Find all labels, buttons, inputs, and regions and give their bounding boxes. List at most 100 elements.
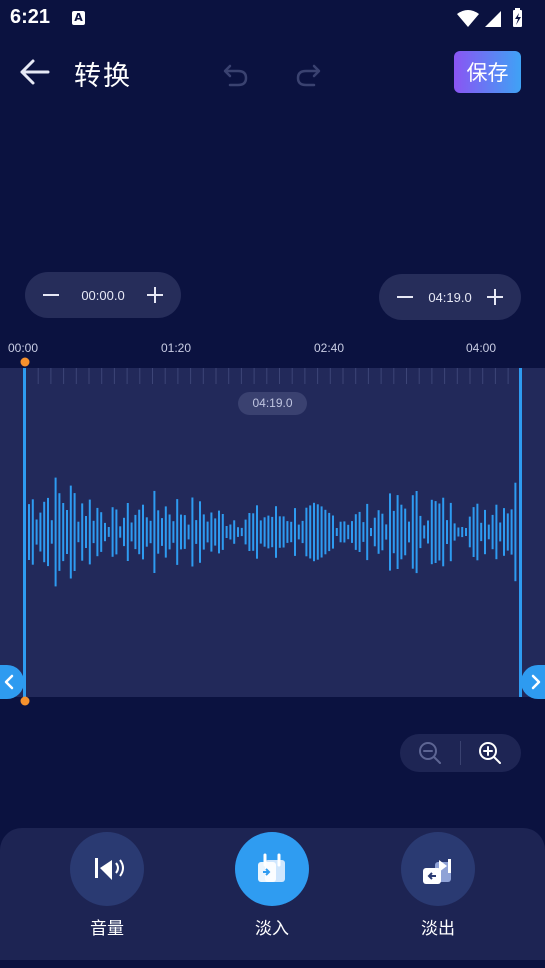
bottom-tool-panel: 音量 淡入 淡出 — [0, 828, 545, 968]
battery-icon — [513, 8, 522, 27]
ruler-tick — [367, 368, 369, 384]
ruler-tick — [494, 368, 496, 384]
ruler-tick — [75, 368, 77, 384]
zoom-in-icon[interactable] — [475, 738, 505, 768]
right-trim-line — [519, 368, 522, 697]
ruler-tick — [139, 368, 141, 384]
duration-badge: 04:19.0 — [238, 392, 307, 415]
waveform-bar — [328, 512, 331, 552]
waveform-bar — [134, 514, 137, 550]
ruler-tick — [37, 368, 39, 384]
waveform-bar — [62, 503, 65, 562]
end-increase-icon[interactable] — [483, 285, 507, 309]
waveform-bar — [107, 527, 110, 537]
save-button[interactable]: 保存 — [454, 51, 521, 93]
fade-out-icon — [423, 859, 451, 884]
waveform-bar — [69, 485, 72, 579]
waveform-track[interactable] — [0, 368, 545, 697]
waveform-bar — [309, 505, 312, 559]
waveform-bar — [172, 521, 175, 543]
end-decrease-icon[interactable] — [393, 285, 417, 309]
waveform-bar — [252, 513, 255, 551]
zoom-out-icon[interactable] — [415, 738, 445, 768]
waveform-bar — [514, 482, 517, 582]
waveform-bar — [218, 510, 220, 554]
waveform-bar — [81, 503, 84, 561]
waveform-bar — [347, 524, 350, 540]
waveform-bar — [199, 501, 201, 563]
waveform-bar — [442, 497, 445, 567]
ruler-tick — [113, 368, 115, 384]
volume-tool-button[interactable]: 音量 — [57, 832, 157, 952]
waveform-bar — [392, 510, 395, 554]
waveform-bar — [290, 521, 293, 543]
ruler-tick — [342, 368, 344, 384]
waveform-bar — [339, 521, 342, 543]
waveform-bar — [396, 495, 399, 569]
ruler-tick — [190, 368, 192, 384]
waveform-bar — [96, 507, 99, 557]
redo-icon[interactable] — [292, 58, 324, 90]
waveform-bar — [446, 520, 448, 544]
end-time-control: 04:19.0 — [379, 274, 521, 320]
start-decrease-icon[interactable] — [39, 283, 63, 307]
status-bar: 6:21 A — [0, 0, 545, 36]
fade-in-tool-button[interactable]: 淡入 — [222, 832, 322, 952]
ruler-tick — [418, 368, 420, 384]
waveform-bar — [286, 521, 289, 543]
start-increase-icon[interactable] — [143, 283, 167, 307]
ruler-tick — [50, 368, 52, 384]
fade-out-tool-label: 淡出 — [421, 919, 455, 939]
waveform-bar — [305, 507, 308, 557]
waveform-bar — [419, 515, 422, 549]
ruler-tick — [164, 368, 166, 384]
waveform-bar — [142, 504, 144, 560]
waveform-bar — [233, 520, 236, 544]
start-marker-dot[interactable] — [19, 356, 31, 368]
waveform-bar — [362, 522, 365, 542]
ruler-tick — [202, 368, 204, 384]
ruler-tick — [431, 368, 433, 384]
waveform-bar — [130, 522, 133, 542]
waveform-bar — [161, 518, 163, 546]
undo-icon[interactable] — [220, 58, 252, 90]
waveform-bar — [449, 502, 452, 562]
waveform-bar — [430, 499, 433, 565]
waveform-bar — [358, 511, 361, 552]
waveform-bar — [157, 510, 160, 554]
waveform-bar — [237, 527, 239, 537]
waveform-bar — [202, 514, 205, 550]
ruler-tick — [177, 368, 179, 384]
ruler-label: 01:20 — [161, 341, 192, 355]
fade-out-tool-button[interactable]: 淡出 — [388, 832, 488, 952]
waveform-bar — [282, 516, 285, 548]
left-trim-handle[interactable] — [0, 665, 24, 699]
waveform-bar — [404, 508, 407, 556]
back-arrow-icon[interactable] — [18, 56, 54, 88]
waveform-bar — [316, 504, 319, 560]
waveform-bar — [351, 521, 353, 543]
waveform-bar — [256, 505, 258, 559]
status-time: 6:21 — [10, 6, 51, 28]
signal-icon — [485, 11, 501, 27]
waveform-bar — [491, 514, 494, 550]
right-trim-handle[interactable] — [521, 665, 545, 699]
waveform-bar — [370, 528, 372, 537]
ruler-tick — [240, 368, 242, 384]
waveform-bar — [385, 524, 388, 540]
waveform-bar — [301, 520, 304, 544]
waveform-bar — [453, 523, 456, 541]
volume-icon — [95, 858, 124, 880]
ruler-tick — [507, 368, 509, 384]
fade-in-tool-circle — [235, 832, 309, 906]
waveform-bar — [31, 499, 34, 565]
waveform-bar — [240, 527, 243, 537]
waveform-bar — [180, 514, 182, 550]
waveform-bar — [176, 499, 179, 565]
ruler-tick — [456, 368, 458, 384]
waveform-bar — [54, 477, 57, 587]
fade-in-tool-label: 淡入 — [255, 919, 289, 939]
waveform-bar — [415, 491, 418, 574]
waveform-bar — [499, 522, 502, 542]
waveform-bar — [294, 508, 296, 556]
